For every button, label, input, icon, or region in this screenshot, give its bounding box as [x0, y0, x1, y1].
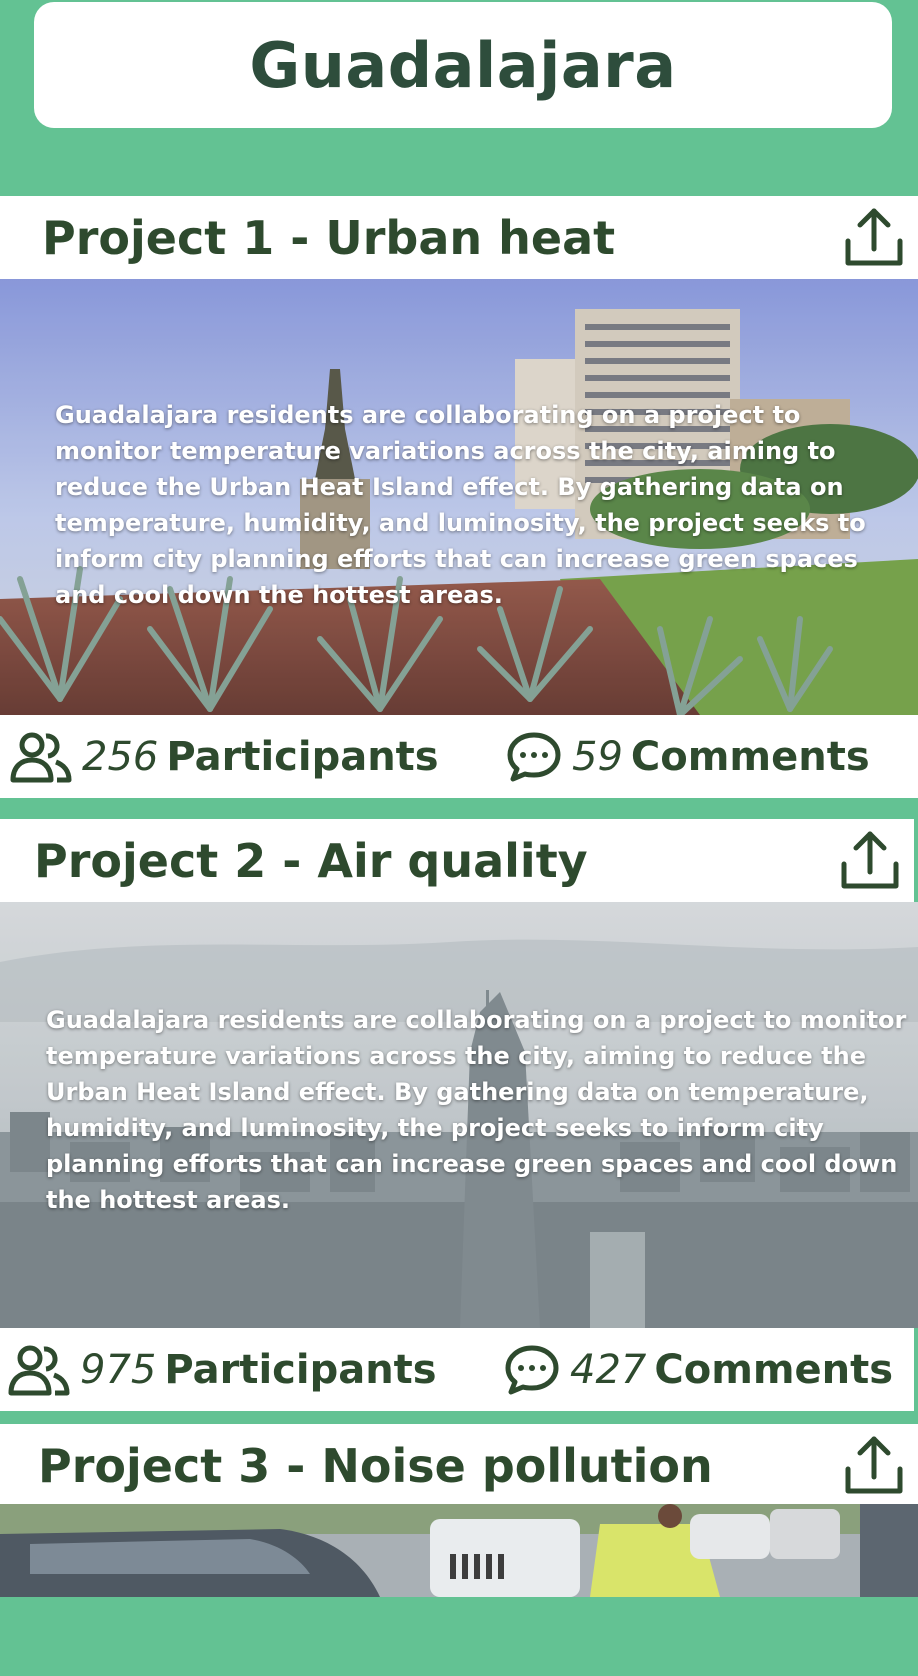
project-1-comments[interactable]: 59 Comments — [506, 715, 870, 798]
users-icon — [8, 1343, 70, 1397]
share-icon — [845, 1436, 903, 1494]
project-3-share-button[interactable] — [840, 1432, 908, 1498]
project-1-comments-count: 59 — [572, 733, 623, 780]
noise-pollution-photo — [0, 1504, 918, 1597]
project-2-participants[interactable]: 975 Participants — [8, 1328, 437, 1411]
city-title: Guadalajara — [249, 28, 677, 102]
project-2-comments-count: 427 — [570, 1346, 647, 1393]
project-2-description: Guadalajara residents are collaborating … — [46, 1006, 907, 1214]
project-1-title[interactable]: Project 1 - Urban heat — [42, 211, 615, 265]
project-3-image — [0, 1504, 918, 1597]
project-2-participants-label: Participants — [164, 1346, 437, 1393]
project-1-participants-label: Participants — [166, 733, 439, 780]
project-1-image: Guadalajara residents are collaborating … — [0, 279, 918, 715]
project-3-title-bar[interactable]: Project 3 - Noise pollution — [0, 1424, 918, 1507]
project-3-title[interactable]: Project 3 - Noise pollution — [38, 1439, 713, 1493]
project-1-title-bar[interactable]: Project 1 - Urban heat — [0, 196, 918, 279]
city-header: Guadalajara — [34, 2, 892, 128]
comment-icon — [506, 731, 562, 783]
users-icon — [10, 730, 72, 784]
share-icon — [845, 208, 903, 266]
project-2-title[interactable]: Project 2 - Air quality — [34, 834, 588, 888]
project-1-participants[interactable]: 256 Participants — [10, 715, 439, 798]
project-2-image: Guadalajara residents are collaborating … — [0, 902, 918, 1328]
project-1-participants-count: 256 — [82, 733, 159, 780]
project-2-comments-label: Comments — [654, 1346, 894, 1393]
project-1-share-button[interactable] — [840, 204, 908, 270]
project-2-comments[interactable]: 427 Comments — [504, 1328, 893, 1411]
project-2-share-button[interactable] — [836, 827, 904, 893]
comment-icon — [504, 1344, 560, 1396]
project-1-comments-label: Comments — [630, 733, 870, 780]
project-2-stats: 975 Participants 427 Comments — [0, 1328, 914, 1411]
project-1-description: Guadalajara residents are collaborating … — [55, 401, 866, 609]
project-2-participants-count: 975 — [80, 1346, 157, 1393]
share-icon — [841, 831, 899, 889]
project-2-title-bar[interactable]: Project 2 - Air quality — [0, 819, 914, 902]
project-1-stats: 256 Participants 59 Comments — [0, 715, 918, 798]
